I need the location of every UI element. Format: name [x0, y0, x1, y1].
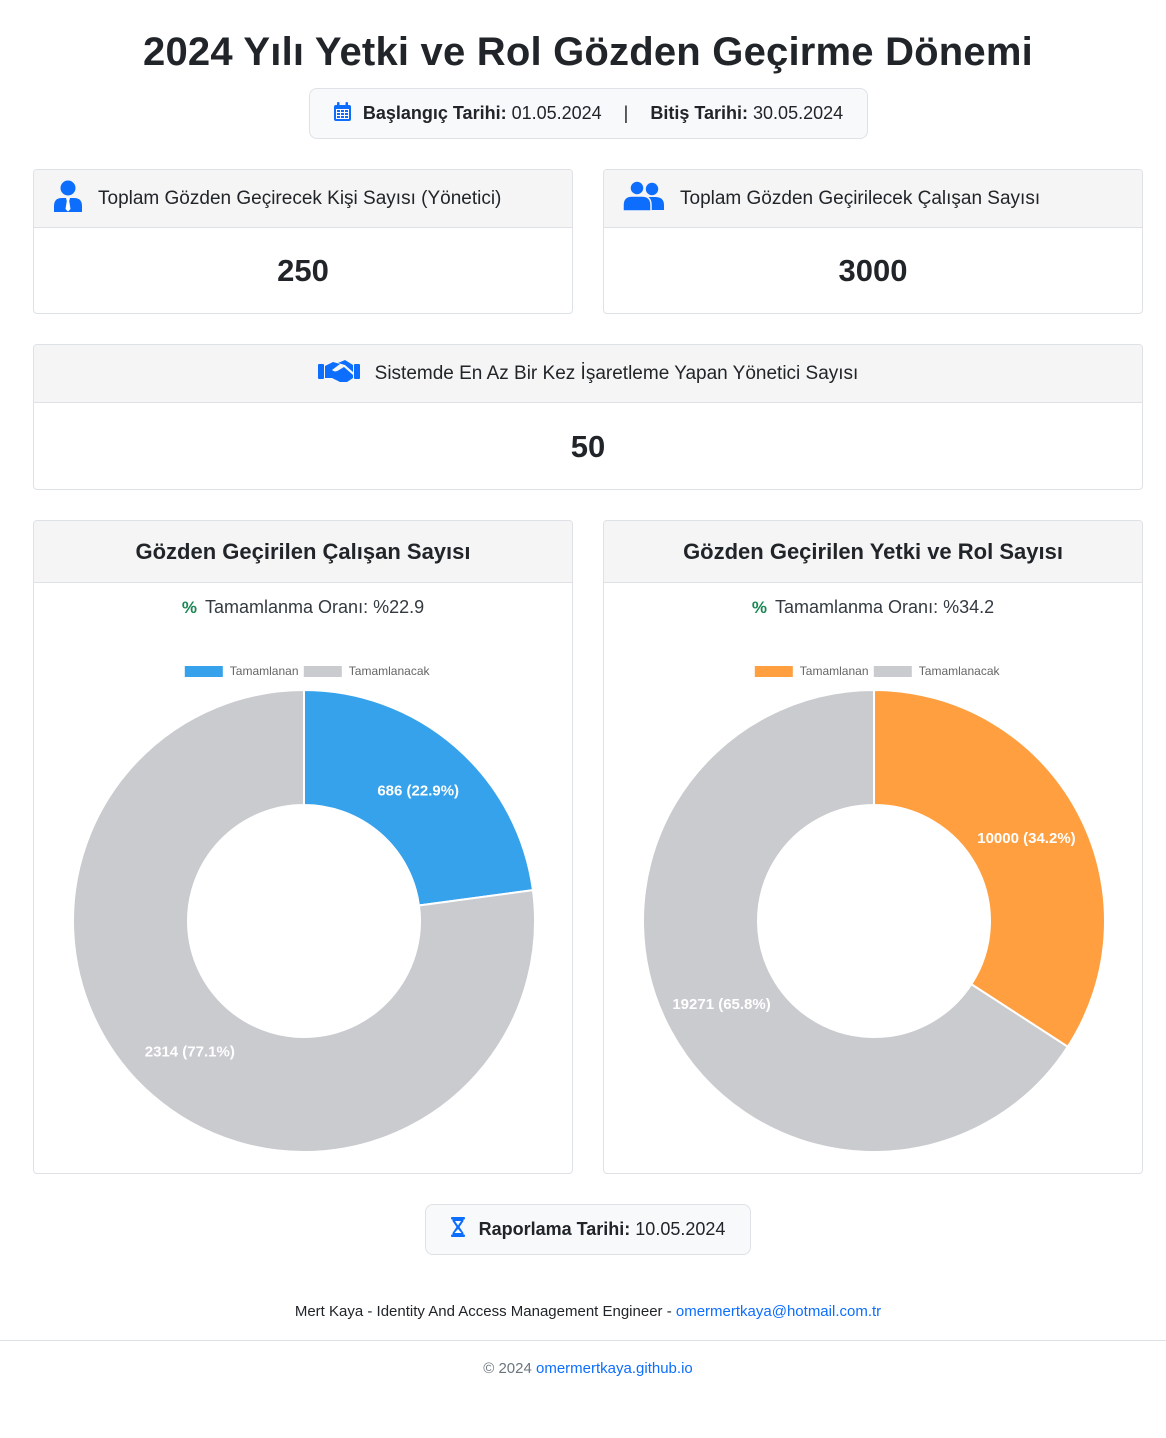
- start-date-value: 01.05.2024: [511, 103, 602, 123]
- managers-card-header: Toplam Gözden Geçirecek Kişi Sayısı (Yön…: [34, 170, 572, 228]
- legend-label[interactable]: Tamamlanacak: [349, 664, 431, 678]
- legend-swatch[interactable]: [303, 666, 342, 677]
- donut-chart: Tamamlanan Tamamlanacak 10000 (34.2%) 19271…: [642, 664, 1106, 1153]
- end-date-value: 30.05.2024: [753, 103, 844, 123]
- employees-card-title: Toplam Gözden Geçirilecek Çalışan Sayısı: [680, 187, 1041, 209]
- slice-data-label: 686 (22.9%): [377, 782, 459, 799]
- date-separator: |: [623, 103, 629, 123]
- completion-rate-text: Tamamlanma Oranı: %22.9: [205, 597, 425, 617]
- page-title: 2024 Yılı Yetki ve Rol Gözden Geçirme Dö…: [143, 30, 1033, 74]
- copyright-text: © 2024: [483, 1360, 536, 1377]
- start-date-label: Başlangıç Tarihi:: [362, 103, 507, 123]
- chart-legend: Tamamlanan Tamamlanacak: [754, 664, 1001, 678]
- report-date-value: 10.05.2024: [635, 1219, 726, 1239]
- employees-count: 3000: [838, 253, 908, 288]
- employee-review-chart-card: Gözden Geçirilen Çalışan Sayısı % Tamamla…: [33, 520, 573, 1174]
- slice-data-label: 19271 (65.8%): [672, 996, 770, 1013]
- employees-card-header: Toplam Gözden Geçirilecek Çalışan Sayısı: [604, 170, 1142, 228]
- site-link[interactable]: omermertkaya.github.io: [536, 1360, 693, 1377]
- report-date-box: Raporlama Tarihi: 10.05.2024: [425, 1204, 751, 1255]
- marked-managers-count: 50: [570, 428, 606, 464]
- managers-card: Toplam Gözden Geçirecek Kişi Sayısı (Yön…: [33, 169, 573, 314]
- donut-chart: Tamamlanan Tamamlanacak 686 (22.9%) 2314 (7…: [72, 664, 536, 1153]
- chart-title: Gözden Geçirilen Çalışan Sayısı: [135, 538, 471, 564]
- marked-managers-card-header: Sistemde En Az Bir Kez İşaretleme Yapan …: [34, 345, 1142, 403]
- permission-review-chart-header: Gözden Geçirilen Yetki ve Rol Sayısı: [604, 521, 1142, 583]
- marked-managers-card-title: Sistemde En Az Bir Kez İşaretleme Yapan …: [374, 362, 859, 384]
- copyright-line: © 2024 omermertkaya.github.io: [0, 1360, 1166, 1377]
- legend-swatch[interactable]: [184, 666, 223, 677]
- legend-swatch[interactable]: [754, 666, 793, 677]
- legend-swatch[interactable]: [873, 666, 912, 677]
- chart-legend: Tamamlanan Tamamlanacak: [184, 664, 431, 678]
- permission-review-chart-card: Gözden Geçirilen Yetki ve Rol Sayısı % Ta…: [603, 520, 1143, 1174]
- end-date-label: Bitiş Tarihi:: [650, 103, 749, 123]
- hourglass-icon: [450, 1217, 465, 1242]
- handshake-icon: [317, 358, 360, 389]
- slice-data-label: 2314 (77.1%): [145, 1044, 235, 1061]
- slice-data-label: 10000 (34.2%): [977, 830, 1075, 847]
- email-link[interactable]: omermertkaya@hotmail.com.tr: [676, 1303, 881, 1320]
- employee-review-chart-header: Gözden Geçirilen Çalışan Sayısı: [34, 521, 572, 583]
- legend-label[interactable]: Tamamlanan: [230, 664, 299, 678]
- completion-rate: % Tamamlanma Oranı: %34.2: [604, 597, 1142, 618]
- footer-divider: [0, 1340, 1166, 1341]
- managers-count: 250: [277, 253, 329, 288]
- author-line: Mert Kaya - Identity And Access Manageme…: [0, 1303, 1166, 1320]
- chart-title: Gözden Geçirilen Yetki ve Rol Sayısı: [683, 538, 1063, 564]
- completion-rate: % Tamamlanma Oranı: %22.9: [34, 597, 572, 618]
- percent-icon: %: [751, 598, 768, 617]
- employees-card: Toplam Gözden Geçirilecek Çalışan Sayısı…: [603, 169, 1143, 314]
- marked-managers-card: Sistemde En Az Bir Kez İşaretleme Yapan …: [33, 344, 1143, 490]
- percent-icon: %: [181, 598, 198, 617]
- legend-label[interactable]: Tamamlanan: [800, 664, 869, 678]
- legend-label[interactable]: Tamamlanacak: [919, 664, 1001, 678]
- completion-rate-text: Tamamlanma Oranı: %34.2: [775, 597, 995, 617]
- author-text: Mert Kaya - Identity And Access Manageme…: [294, 1303, 676, 1320]
- users-icon: [622, 180, 665, 216]
- managers-card-title: Toplam Gözden Geçirecek Kişi Sayısı (Yön…: [98, 187, 502, 209]
- calendar-icon: [333, 101, 351, 126]
- period-dates: Başlangıç Tarihi: 01.05.2024 | Bitiş Tar…: [309, 88, 868, 139]
- report-date-label: Raporlama Tarihi:: [478, 1219, 631, 1239]
- user-tie-icon: [53, 180, 83, 217]
- donut-slice[interactable]: [873, 688, 1106, 1049]
